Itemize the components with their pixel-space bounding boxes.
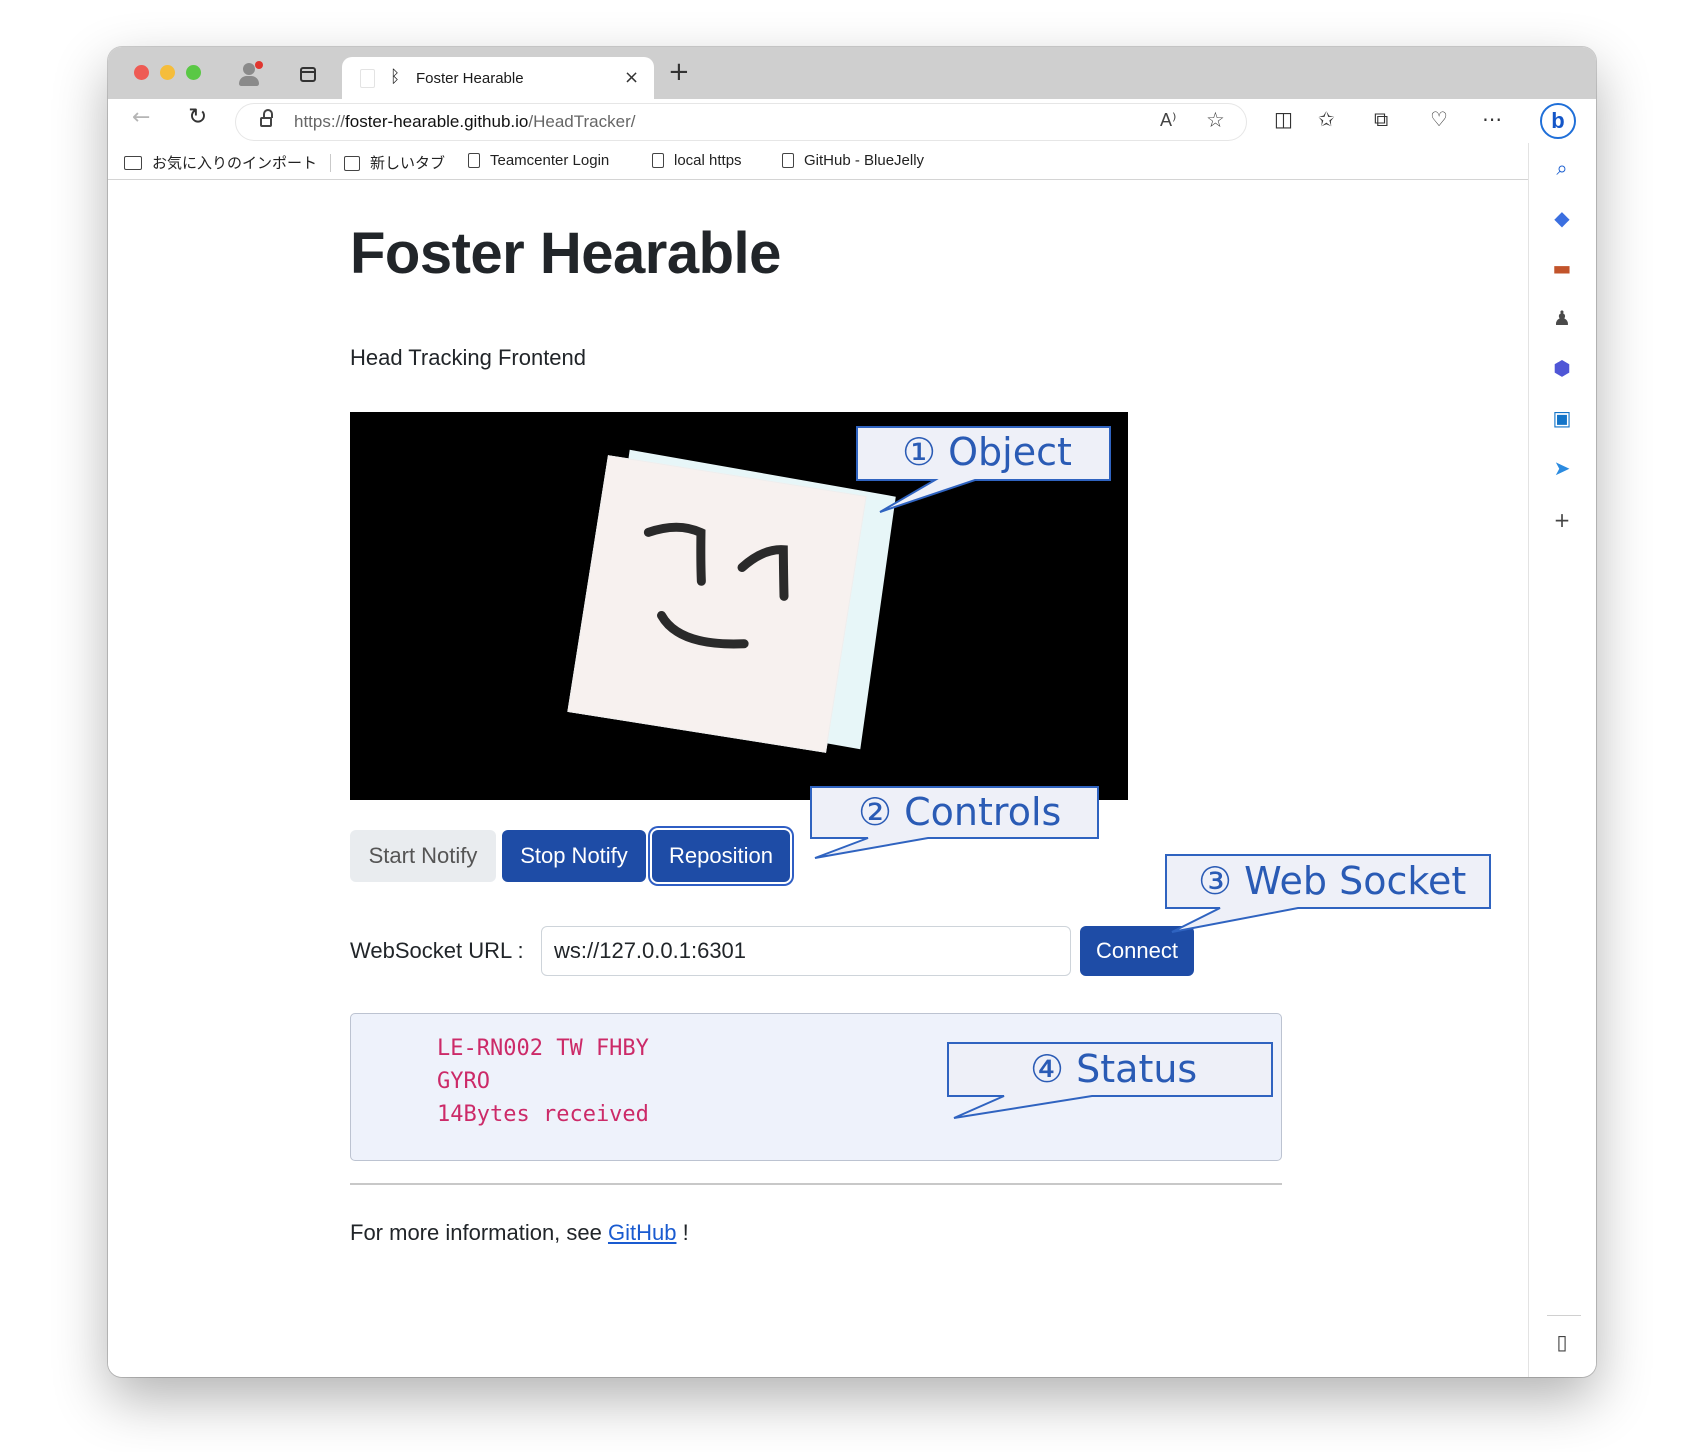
- tools-briefcase-icon[interactable]: ▬: [1549, 255, 1575, 281]
- footer-text: For more information, see GitHub !: [350, 1220, 689, 1245]
- bluetooth-icon: ᛒ: [390, 67, 401, 87]
- browser-essentials-icon[interactable]: ♡: [1430, 107, 1448, 131]
- new-tab-button[interactable]: +: [668, 57, 690, 87]
- games-icon[interactable]: ♟: [1549, 305, 1575, 331]
- maximize-window-button[interactable]: [186, 65, 201, 80]
- profile-icon[interactable]: [236, 61, 263, 87]
- connect-button[interactable]: Connect: [1080, 926, 1194, 976]
- add-sidebar-app-icon[interactable]: +: [1549, 507, 1575, 533]
- browser-toolbar: ← ↻ https://foster-hearable.github.io/He…: [108, 99, 1596, 143]
- tab-title: Foster Hearable: [416, 70, 524, 87]
- shopping-tag-icon[interactable]: ◆: [1549, 205, 1575, 231]
- collections-icon[interactable]: ⧉: [1374, 107, 1388, 131]
- url-text[interactable]: https://foster-hearable.github.io/HeadTr…: [294, 112, 635, 132]
- bookmarks-bar: お気に入りのインポート 新しいタブ Teamcenter Login local…: [108, 143, 1528, 180]
- reposition-button[interactable]: Reposition: [652, 830, 790, 882]
- callout-websocket: ③ Web Socket: [1198, 859, 1467, 903]
- minimize-window-button[interactable]: [160, 65, 175, 80]
- stop-notify-button[interactable]: Stop Notify: [502, 830, 646, 882]
- back-arrow-icon[interactable]: ←: [132, 105, 150, 130]
- horizontal-rule: [350, 1183, 1282, 1185]
- tab-foster-hearable[interactable]: ᛒ Foster Hearable ×: [342, 57, 654, 99]
- microsoft-365-icon[interactable]: ⬢: [1549, 355, 1575, 381]
- edge-sidebar: ⌕ ◆ ▬ ♟ ⬢ ▣ ➤ + ▯ ⚙: [1528, 143, 1596, 1377]
- outlook-icon[interactable]: ▣: [1549, 405, 1575, 431]
- page-subtitle: Head Tracking Frontend: [350, 345, 587, 370]
- status-line-device: LE-RN002 TW FHBY: [437, 1036, 649, 1061]
- tab-bar: ᛒ Foster Hearable × +: [108, 47, 1596, 99]
- search-icon[interactable]: ⌕: [1549, 155, 1575, 181]
- callout-status: ④ Status: [1030, 1047, 1198, 1091]
- sidebar-separator: [1547, 1315, 1581, 1316]
- page-icon: [468, 153, 480, 168]
- address-bar[interactable]: https://foster-hearable.github.io/HeadTr…: [236, 104, 1246, 140]
- bookmark-separator: [330, 154, 331, 172]
- page-icon: [782, 153, 794, 168]
- close-tab-icon[interactable]: ×: [624, 67, 639, 88]
- bookmark-github-bluejelly[interactable]: GitHub - BlueJelly: [782, 152, 924, 169]
- bookmark-new-tab[interactable]: 新しいタブ: [344, 152, 445, 173]
- close-window-button[interactable]: [134, 65, 149, 80]
- bing-copilot-icon[interactable]: b: [1540, 103, 1576, 139]
- read-aloud-icon[interactable]: A⁾: [1160, 110, 1176, 131]
- page-icon: [360, 69, 375, 88]
- status-line-sensor: GYRO: [437, 1069, 490, 1094]
- folder-import-icon: [124, 156, 142, 170]
- reload-icon[interactable]: ↻: [188, 104, 207, 130]
- browser-window: ᛒ Foster Hearable × + ← ↻ https://foster…: [108, 47, 1596, 1377]
- page-icon: [652, 153, 664, 168]
- page-title: Foster Hearable: [350, 221, 781, 286]
- page-content: Foster Hearable Head Tracking Frontend S…: [108, 180, 1528, 1377]
- bookmark-teamcenter-login[interactable]: Teamcenter Login: [468, 152, 609, 169]
- favorites-icon[interactable]: ✩: [1318, 107, 1335, 131]
- more-options-icon[interactable]: ⋯: [1482, 107, 1502, 131]
- favorite-star-icon[interactable]: ☆: [1206, 108, 1225, 132]
- bookmark-local-https[interactable]: local https: [652, 152, 742, 169]
- lock-icon[interactable]: [260, 109, 274, 128]
- start-notify-button[interactable]: Start Notify: [350, 830, 496, 882]
- drop-icon[interactable]: ➤: [1549, 455, 1575, 481]
- split-screen-icon[interactable]: ◫: [1274, 107, 1293, 131]
- websocket-url-label: WebSocket URL :: [350, 938, 524, 963]
- hide-sidebar-icon[interactable]: ▯: [1549, 1329, 1575, 1355]
- new-tab-icon: [344, 156, 360, 171]
- status-line-bytes: 14Bytes received: [437, 1102, 649, 1127]
- websocket-url-input[interactable]: [541, 926, 1071, 976]
- callout-object: ① Object: [902, 430, 1072, 474]
- tab-actions-icon[interactable]: [300, 67, 316, 82]
- github-link[interactable]: GitHub: [608, 1220, 676, 1245]
- smiley-cube-face: [567, 455, 867, 753]
- callout-controls: ② Controls: [858, 790, 1062, 834]
- bookmark-import-favorites[interactable]: お気に入りのインポート: [124, 152, 317, 173]
